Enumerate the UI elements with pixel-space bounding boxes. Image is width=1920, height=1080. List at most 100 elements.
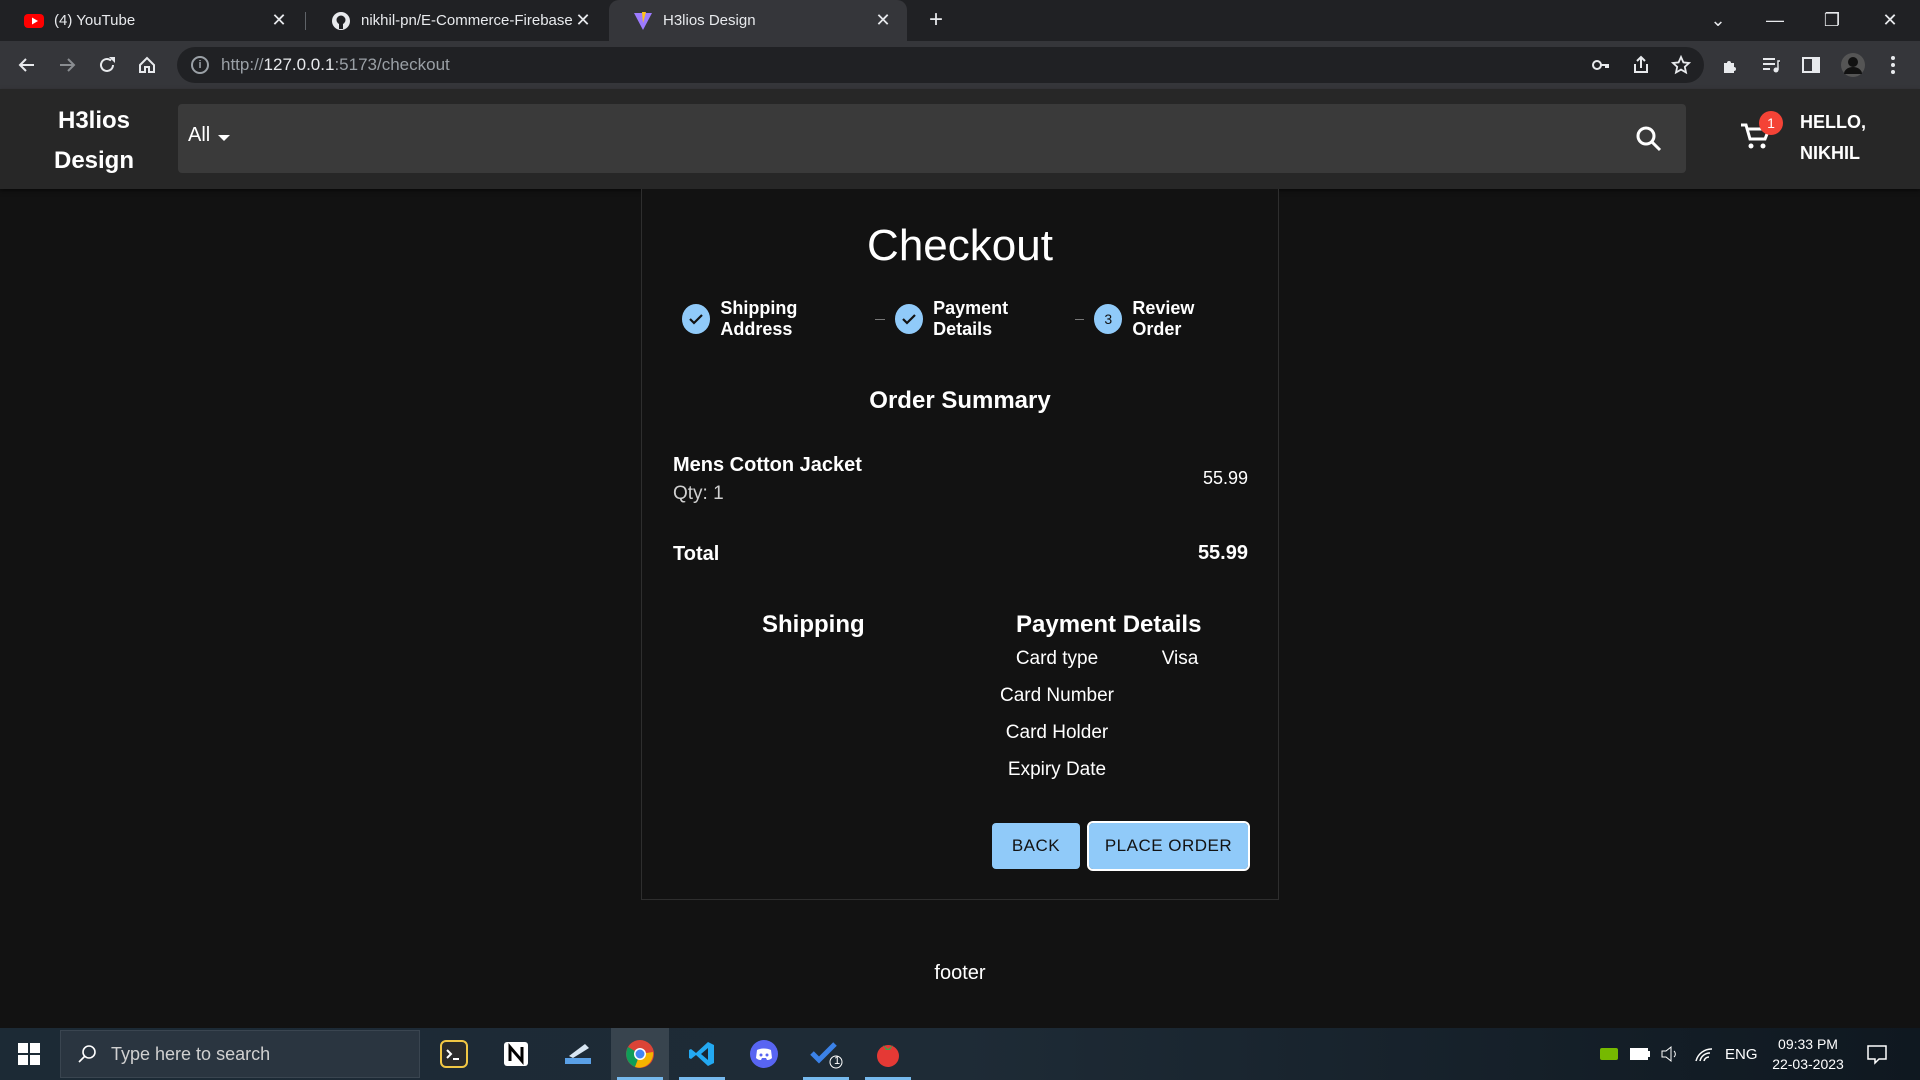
- language-indicator[interactable]: ENG: [1725, 1028, 1758, 1080]
- page-title: Checkout: [867, 221, 1053, 270]
- step-review-order: 3 Review Order: [1094, 298, 1242, 340]
- user-greeting[interactable]: HELLO, NIKHIL: [1800, 107, 1876, 169]
- step-number: 3: [1094, 304, 1123, 334]
- greeting-line-2: NIKHIL: [1800, 143, 1860, 163]
- brand-line-1: H3lios: [57, 107, 131, 134]
- tab-h3lios[interactable]: H3lios Design ✕: [609, 0, 907, 41]
- close-tab-icon[interactable]: ✕: [873, 10, 893, 31]
- step-label: Shipping Address: [720, 298, 798, 339]
- windows-start-icon[interactable]: [0, 1028, 58, 1080]
- place-order-button[interactable]: PLACE ORDER: [1087, 821, 1250, 871]
- category-select[interactable]: All: [188, 124, 231, 147]
- total-value: 55.99: [1197, 542, 1248, 564]
- vscode-icon[interactable]: [673, 1028, 731, 1080]
- step-label: Payment Details: [933, 298, 1009, 339]
- discord-icon[interactable]: [735, 1028, 793, 1080]
- item-price: 55.99: [1202, 468, 1248, 488]
- search-placeholder: Type here to search: [111, 1043, 271, 1064]
- search-input[interactable]: All: [178, 104, 1686, 173]
- address-bar[interactable]: i http://127.0.0.1:5173/checkout: [177, 47, 1704, 83]
- notification-center-icon[interactable]: [1866, 1028, 1888, 1080]
- taskbar-search-input[interactable]: Type here to search: [60, 1030, 420, 1078]
- close-tab-icon[interactable]: ✕: [573, 10, 593, 31]
- share-icon[interactable]: [1628, 52, 1654, 78]
- close-window-button[interactable]: ✕: [1862, 0, 1918, 41]
- tab-title: (4) YouTube: [54, 12, 136, 29]
- new-tab-button[interactable]: +: [922, 6, 950, 34]
- payment-value: Visa: [1161, 648, 1199, 669]
- tab-title: nikhil-pn/E-Commerce-Firebase-: [361, 12, 573, 29]
- wifi-icon[interactable]: [1694, 1028, 1714, 1080]
- check-icon: [682, 304, 711, 334]
- tab-divider: [305, 12, 306, 30]
- payment-label: Card Holder: [1005, 722, 1109, 743]
- extensions-icon[interactable]: [1718, 52, 1744, 78]
- total-label: Total: [673, 543, 720, 565]
- cart-count-badge: 1: [1759, 111, 1783, 135]
- side-panel-icon[interactable]: [1798, 52, 1824, 78]
- payment-label: Card Number: [999, 685, 1115, 706]
- close-tab-icon[interactable]: ✕: [269, 10, 289, 31]
- greeting-line-1: HELLO,: [1800, 112, 1866, 132]
- more-menu-icon[interactable]: [1880, 52, 1906, 78]
- payment-label: Card type: [1015, 648, 1099, 669]
- volume-icon[interactable]: [1660, 1028, 1680, 1080]
- home-icon[interactable]: [132, 50, 162, 80]
- step-connector: [1074, 318, 1085, 320]
- notion-icon[interactable]: [487, 1028, 545, 1080]
- vite-icon: [633, 11, 653, 31]
- profile-avatar[interactable]: [1840, 52, 1866, 78]
- terminal-icon[interactable]: [425, 1028, 483, 1080]
- brand-line-2: Design: [53, 147, 134, 174]
- tab-search-icon[interactable]: ⌄: [1690, 0, 1746, 41]
- address-url: http://127.0.0.1:5173/checkout: [221, 55, 450, 74]
- chevron-down-icon: [218, 134, 231, 141]
- checkout-card: Checkout Shipping Address Payment Detail…: [641, 189, 1279, 900]
- file-transfer-icon[interactable]: [549, 1028, 607, 1080]
- tab-youtube[interactable]: (4) YouTube ✕: [0, 0, 303, 41]
- category-value: All: [188, 124, 211, 146]
- youtube-icon: [24, 11, 44, 31]
- search-icon[interactable]: [1634, 124, 1664, 154]
- system-clock[interactable]: 09:33 PM 22-03-2023: [1758, 1034, 1858, 1074]
- shipping-title: Shipping: [762, 611, 865, 638]
- page-footer: footer: [934, 962, 986, 984]
- step-connector: [875, 318, 885, 320]
- brand-logo[interactable]: H3lios Design: [50, 101, 138, 181]
- tab-github[interactable]: nikhil-pn/E-Commerce-Firebase- ✕: [307, 0, 607, 41]
- chrome-icon[interactable]: [611, 1028, 669, 1080]
- site-info-icon[interactable]: i: [191, 56, 209, 74]
- browser-tab-strip: (4) YouTube ✕ nikhil-pn/E-Commerce-Fireb…: [0, 0, 1920, 41]
- reload-icon[interactable]: [92, 50, 122, 80]
- payment-details-title: Payment Details: [1016, 611, 1202, 638]
- todo-icon[interactable]: 1: [797, 1028, 855, 1080]
- step-label: Review Order: [1132, 298, 1195, 339]
- restore-button[interactable]: ❐: [1804, 0, 1860, 41]
- tomato-timer-icon[interactable]: [859, 1028, 917, 1080]
- battery-icon[interactable]: [1630, 1028, 1650, 1080]
- back-arrow-icon[interactable]: [12, 50, 42, 80]
- app-header: H3lios Design All 1 HELLO, NIKHIL: [0, 89, 1920, 189]
- step-payment-details: Payment Details: [894, 298, 1065, 340]
- minimize-button[interactable]: —: [1747, 0, 1803, 41]
- clock-time: 09:33 PM: [1778, 1036, 1838, 1052]
- item-name: Mens Cotton Jacket: [673, 454, 862, 476]
- back-button[interactable]: BACK: [992, 823, 1080, 869]
- step-shipping-address: Shipping Address: [682, 298, 865, 340]
- order-summary-title: Order Summary: [869, 387, 1051, 414]
- windows-taskbar: Type here to search 1 ENG 09:33 PM 22-03…: [0, 1028, 1920, 1080]
- check-icon: [894, 304, 924, 334]
- tab-title: H3lios Design: [663, 12, 756, 29]
- nvidia-tray-icon[interactable]: [1600, 1028, 1618, 1080]
- media-queue-icon[interactable]: [1758, 52, 1784, 78]
- github-icon: [331, 11, 351, 31]
- key-icon[interactable]: [1588, 52, 1614, 78]
- item-quantity: Qty: 1: [673, 483, 724, 504]
- todo-badge: 1: [834, 1055, 841, 1067]
- payment-label: Expiry Date: [1007, 759, 1107, 780]
- search-icon: [77, 1044, 97, 1064]
- browser-toolbar: i http://127.0.0.1:5173/checkout: [0, 41, 1920, 89]
- clock-date: 22-03-2023: [1772, 1056, 1844, 1072]
- bookmark-star-icon[interactable]: [1668, 52, 1694, 78]
- forward-arrow-icon[interactable]: [52, 50, 82, 80]
